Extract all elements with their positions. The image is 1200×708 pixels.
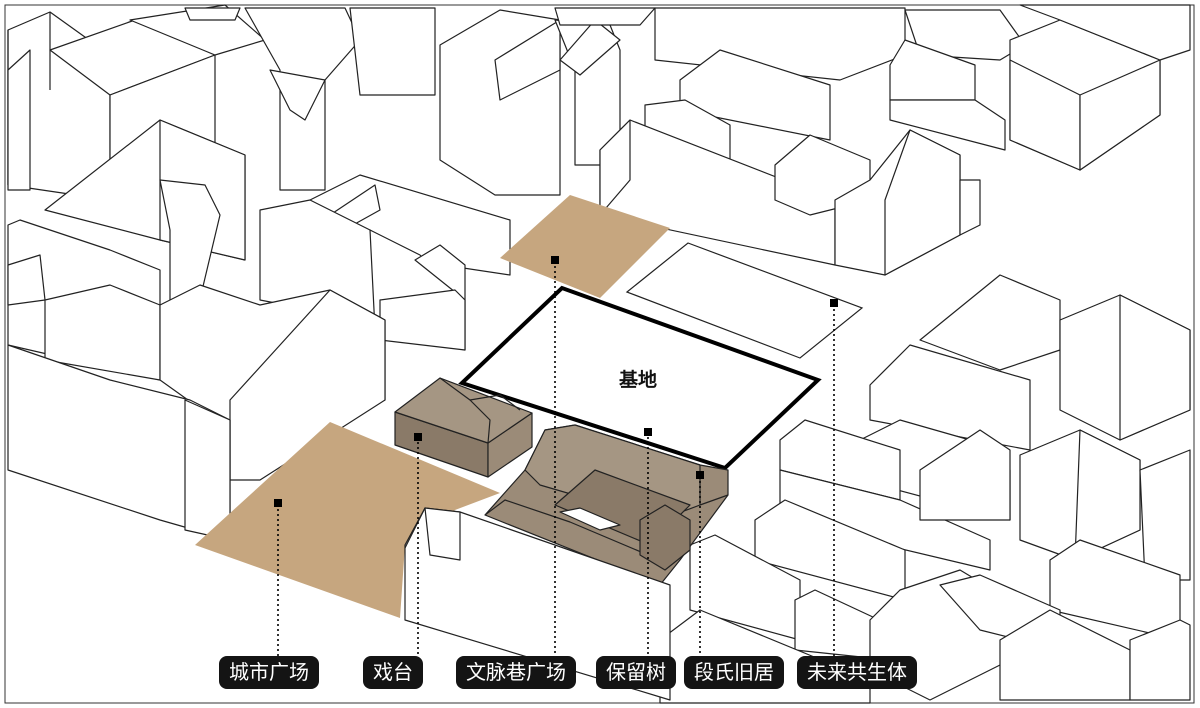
label-preserved-tree: 保留树 <box>596 656 676 689</box>
label-duan-residence: 段氏旧居 <box>684 656 784 689</box>
marker-city-plaza <box>274 499 282 507</box>
axonometric-site-plan: 基地 <box>4 4 1195 704</box>
label-alley-plaza: 文脉巷广场 <box>456 656 576 689</box>
marker-future-community <box>830 299 838 307</box>
marker-duan-residence <box>696 471 704 479</box>
label-opera-stage: 戏台 <box>363 656 423 689</box>
marker-alley-plaza <box>551 256 559 264</box>
site-label: 基地 <box>618 368 657 391</box>
marker-opera-stage <box>414 433 422 441</box>
site-diagram: 基地 城市广场 戏台 文脉巷广场 保留树 段氏旧居 未来共生体 <box>0 0 1200 708</box>
label-city-plaza: 城市广场 <box>219 656 319 689</box>
label-future-community: 未来共生体 <box>797 656 917 689</box>
marker-preserved-tree <box>644 428 652 436</box>
